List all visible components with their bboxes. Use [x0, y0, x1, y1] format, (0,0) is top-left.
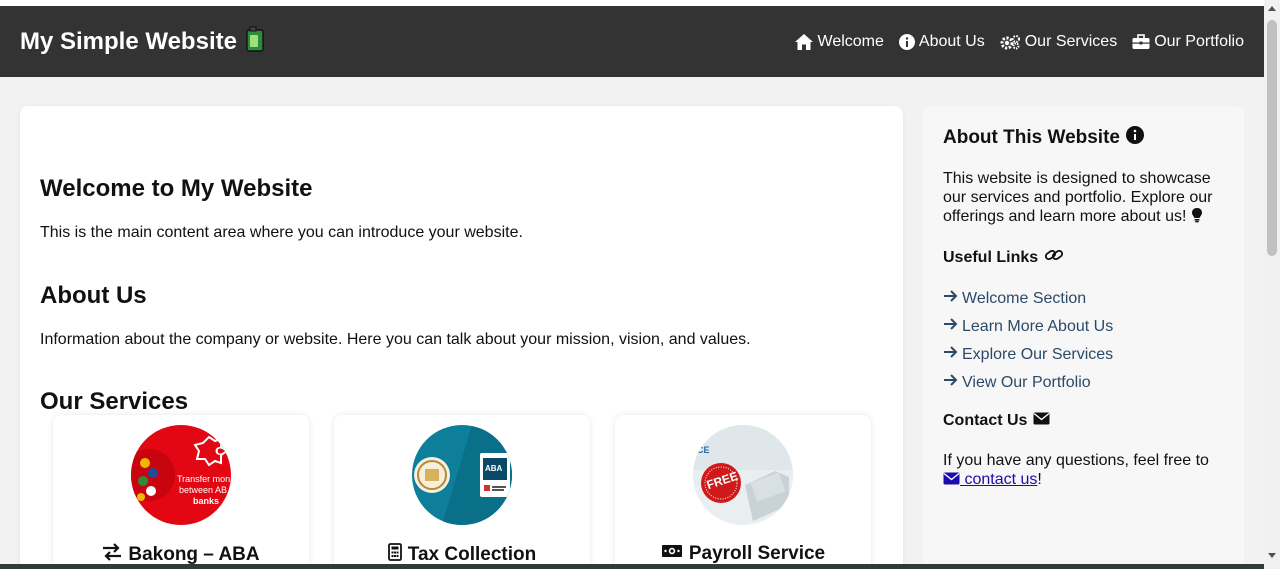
contact-us-link[interactable]: contact us [943, 471, 1037, 488]
sidebar-contact-text: If you have any questions, feel free to … [943, 451, 1224, 489]
nav-services-label: Our Services [1024, 32, 1118, 50]
sidebar-link-welcome[interactable]: Welcome Section [943, 289, 1224, 308]
sidebar-about-text-label: This website is designed to showcase our… [943, 170, 1213, 225]
tax-image: ABA [412, 425, 512, 525]
sidebar: About This Website This website is desig… [923, 106, 1244, 569]
services-heading: Our Services [40, 388, 189, 415]
nav-portfolio-label: Our Portfolio [1154, 32, 1244, 50]
arrow-right-icon [943, 373, 958, 392]
sidebar-link-services-label: Explore Our Services [962, 345, 1114, 363]
page-scrollbar[interactable] [1264, 0, 1280, 569]
contact-suffix: ! [1037, 471, 1042, 488]
site-title[interactable]: My Simple Website [20, 28, 237, 56]
lightbulb-icon [1191, 208, 1203, 225]
nav-services[interactable]: Our Services [1000, 33, 1117, 51]
bakong-image-text: Transfer mon [177, 474, 230, 484]
sidebar-about-text: This website is designed to showcase our… [943, 169, 1224, 226]
sidebar-link-portfolio-label: View Our Portfolio [962, 373, 1091, 391]
sidebar-contact-heading-label: Contact Us [943, 412, 1028, 429]
welcome-text: This is the main content area where you … [40, 224, 523, 241]
bakong-image: C Transfer mon between AB banks [131, 425, 231, 525]
bottom-strip [0, 564, 1264, 569]
sidebar-link-portfolio[interactable]: View Our Portfolio [943, 373, 1224, 392]
sidebar-about-heading: About This Website [943, 126, 1224, 150]
arrow-right-icon [943, 345, 958, 364]
service-card-tax[interactable]: ABA Tax Collection [334, 415, 590, 569]
sidebar-links-heading: Useful Links [943, 247, 1224, 268]
service-card-payroll[interactable]: CE FREE Payroll Service [615, 415, 871, 569]
scroll-up-icon[interactable] [1268, 6, 1276, 11]
home-icon [794, 33, 814, 51]
sidebar-link-services[interactable]: Explore Our Services [943, 345, 1224, 364]
about-text: Information about the company or website… [40, 331, 751, 348]
contact-us-link-label: contact us [964, 471, 1038, 488]
nav-portfolio[interactable]: Our Portfolio [1132, 33, 1244, 51]
payroll-image: CE FREE [693, 425, 793, 525]
svg-text:between AB: between AB [179, 485, 227, 495]
navbar: My Simple Website Welcome About Us Our S… [0, 6, 1264, 77]
envelope-icon [943, 472, 960, 485]
svg-text:C: C [215, 445, 223, 458]
scroll-thumb[interactable] [1267, 20, 1277, 256]
page-body: Welcome to My Website This is the main c… [0, 77, 1264, 569]
welcome-heading: Welcome to My Website [40, 175, 313, 202]
sidebar-link-about[interactable]: Learn More About Us [943, 317, 1224, 336]
service-title-bakong-label: Bakong – ABA [128, 544, 260, 565]
sidebar-link-welcome-label: Welcome Section [962, 289, 1087, 307]
tax-image-text: ABA [485, 464, 503, 473]
cogs-icon [1000, 34, 1021, 50]
nav-about-label: About Us [918, 32, 985, 50]
nav-welcome-label: Welcome [817, 32, 884, 50]
money-bill-icon [661, 543, 683, 565]
main-content: Welcome to My Website This is the main c… [20, 106, 903, 569]
service-title-tax-label: Tax Collection [407, 544, 537, 565]
envelope-icon [1033, 412, 1050, 430]
service-title-payroll: Payroll Service [615, 543, 871, 565]
service-title-payroll-label: Payroll Service [688, 543, 826, 564]
main-nav: Welcome About Us Our Services Our Portfo… [794, 33, 1244, 51]
svg-text:banks: banks [193, 496, 219, 506]
svg-text:CE: CE [697, 445, 710, 455]
scroll-down-icon[interactable] [1268, 553, 1276, 558]
info-circle-icon [1125, 126, 1144, 150]
sidebar-contact-heading: Contact Us [943, 412, 1224, 430]
sidebar-links-heading-label: Useful Links [943, 248, 1039, 266]
nav-about[interactable]: About Us [898, 32, 985, 51]
jerrycan-icon [245, 26, 265, 57]
nav-welcome[interactable]: Welcome [794, 33, 884, 51]
briefcase-icon [1132, 33, 1150, 50]
arrow-right-icon [943, 317, 958, 336]
sidebar-about-heading-label: About This Website [943, 127, 1120, 148]
sidebar-contact-text-label: If you have any questions, feel free to [943, 452, 1209, 469]
info-circle-icon [898, 33, 915, 50]
about-heading: About Us [40, 282, 147, 309]
arrow-right-icon [943, 289, 958, 308]
link-icon [1044, 247, 1064, 268]
sidebar-link-about-label: Learn More About Us [962, 317, 1114, 335]
brand[interactable]: My Simple Website [20, 26, 265, 57]
service-card-bakong[interactable]: C Transfer mon between AB banks Bakong –… [53, 415, 309, 569]
